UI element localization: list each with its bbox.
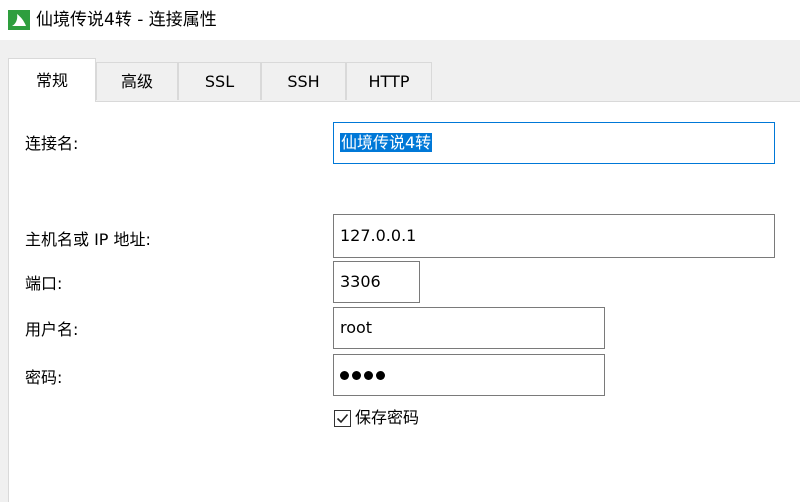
tab-general[interactable]: 常规 — [8, 58, 96, 102]
password-dot — [376, 371, 385, 380]
username-label: 用户名: — [25, 320, 79, 339]
password-dot — [340, 371, 349, 380]
port-input[interactable]: 3306 — [333, 261, 420, 303]
tab-label: 高级 — [120, 72, 153, 91]
connection-name-input[interactable]: 仙境传说4转 — [333, 122, 775, 164]
tab-label: SSH — [287, 72, 320, 91]
tab-ssl[interactable]: SSL — [178, 62, 261, 100]
checkmark-icon — [336, 413, 349, 424]
username-input[interactable]: root — [333, 307, 605, 349]
host-value: 127.0.0.1 — [340, 226, 417, 245]
app-logo-icon — [8, 10, 30, 30]
window-title: 仙境传说4转 - 连接属性 — [36, 10, 217, 30]
tab-label: SSL — [204, 72, 235, 91]
host-input[interactable]: 127.0.0.1 — [333, 214, 775, 258]
save-password-label[interactable]: 保存密码 — [355, 408, 419, 428]
port-label: 端口: — [25, 274, 63, 293]
tab-ssh[interactable]: SSH — [261, 62, 346, 100]
password-dot — [352, 371, 361, 380]
username-value: root — [340, 318, 373, 337]
tab-label: 常规 — [35, 71, 68, 90]
connection-name-label: 连接名: — [25, 134, 79, 153]
tab-http[interactable]: HTTP — [346, 62, 432, 100]
title-bar: 仙境传说4转 - 连接属性 — [0, 0, 800, 40]
password-input[interactable] — [333, 354, 605, 396]
tab-label: HTTP — [368, 72, 410, 91]
password-dot — [364, 371, 373, 380]
password-mask — [340, 365, 388, 384]
connection-name-value: 仙境传说4转 — [340, 133, 433, 152]
save-password-checkbox[interactable] — [334, 410, 351, 427]
password-label: 密码: — [25, 368, 63, 387]
port-value: 3306 — [340, 272, 381, 291]
host-label: 主机名或 IP 地址: — [25, 230, 151, 249]
tab-advanced[interactable]: 高级 — [96, 62, 178, 100]
